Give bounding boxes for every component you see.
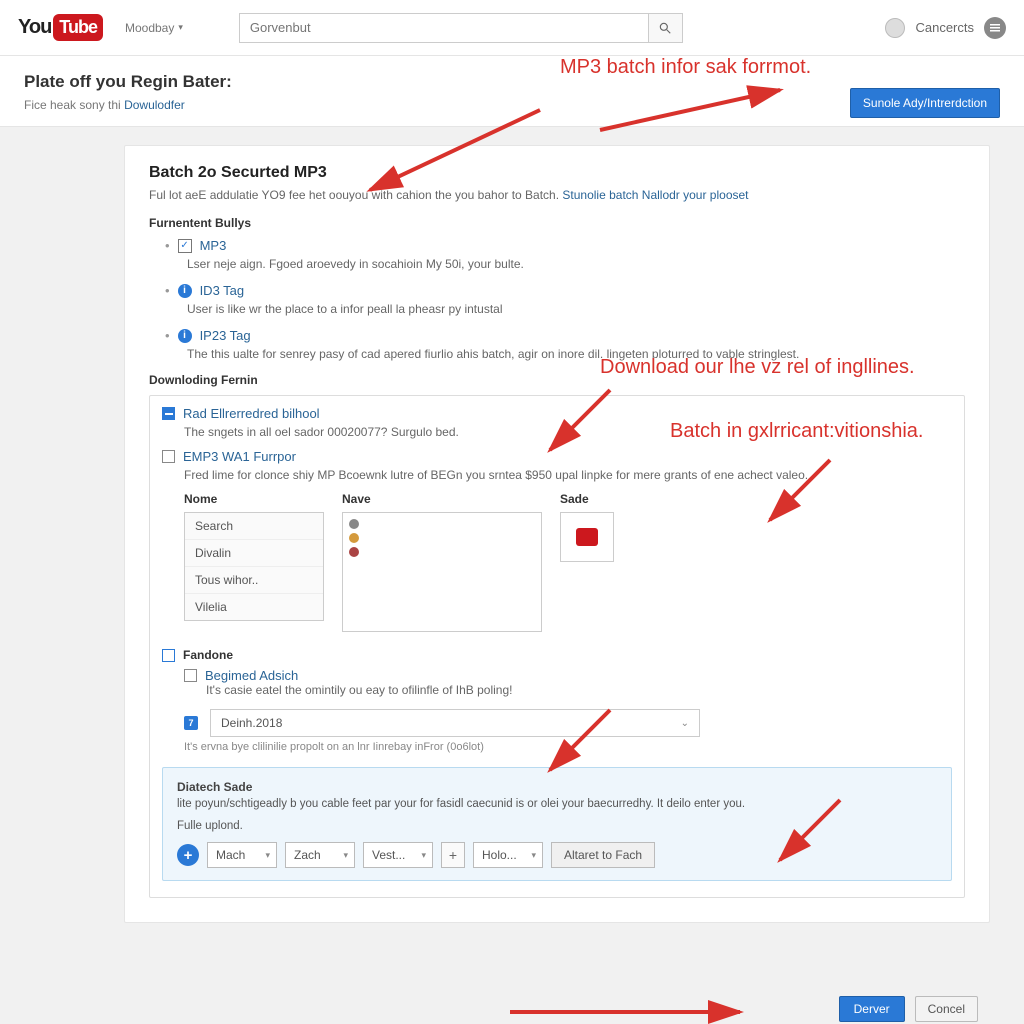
begined-link[interactable]: Begimed Adsich <box>205 668 298 683</box>
list-item[interactable]: Tous wihor.. <box>185 567 323 594</box>
feature-mp3: • ✓ MP3 Lser neje aign. Fgoed aroevedy i… <box>165 238 965 271</box>
search-icon <box>658 21 672 35</box>
diatech-desc: lite poyun/schtigeadly b you cable feet … <box>177 798 937 810</box>
feature-desc: User is like wr the place to a infor pea… <box>187 302 965 316</box>
date-select-row: 7 Deinh.2018 ⌄ <box>184 709 952 737</box>
add-circle-button[interactable]: + <box>177 844 199 866</box>
info-icon: i <box>178 284 192 298</box>
search-button[interactable] <box>649 13 683 43</box>
nave-icons <box>349 519 535 557</box>
select-mach[interactable]: Mach <box>207 842 277 868</box>
feature-link[interactable]: ID3 Tag <box>200 283 245 298</box>
sade-box[interactable] <box>560 512 614 562</box>
downloader-link[interactable]: Dowulodfer <box>124 98 185 112</box>
sub-header: Plate off you Regin Bater: Fice heak son… <box>0 56 1024 127</box>
feature-desc: The this ualte for senrey pasy of cad ap… <box>187 347 965 361</box>
panel-desc-text: Ful lot aeE addulatie YO9 fee het oouyou… <box>149 188 562 202</box>
subline-text: Fice heak sony thi <box>24 98 124 112</box>
arrow-icon <box>500 1000 750 1024</box>
col-label: Nome <box>184 492 324 506</box>
dl-item-desc: Fred lime for clonce shiy MP Bcoewnk lut… <box>184 468 952 482</box>
feature-link[interactable]: IP23 Tag <box>200 328 251 343</box>
downloading-heading: Downloding Fernin <box>149 373 965 387</box>
altaret-button[interactable]: Altaret to Fach <box>551 842 655 868</box>
checkbox-icon[interactable] <box>162 649 175 662</box>
diatech-controls: + Mach Zach Vest... + Holo... Altaret to… <box>177 842 937 868</box>
diatech-fule: Fulle uplond. <box>177 820 937 832</box>
panel-title: Batch 2o Securted MP3 <box>149 164 965 182</box>
user-area: Cancercts <box>885 17 1006 39</box>
cancel-button[interactable]: Concel <box>915 996 978 1022</box>
panel-desc-link[interactable]: Stunolie batch Nallodr your plooset <box>562 188 748 202</box>
feature-desc: Lser neje aign. Fgoed aroevedy in socahi… <box>187 257 965 271</box>
search-input[interactable] <box>239 13 649 43</box>
list-item[interactable]: Vilelia <box>185 594 323 620</box>
settings-menu-button[interactable] <box>984 17 1006 39</box>
search-wrap <box>239 13 683 43</box>
checkbox-icon[interactable] <box>184 669 197 682</box>
date-hint: It's ervna bye clilinilie propolt on an … <box>184 741 952 753</box>
three-columns: Nome Search Divalin Tous wihor.. Vilelia… <box>184 492 952 632</box>
main-panel: Batch 2o Securted MP3 Ful lot aeE addula… <box>124 145 990 923</box>
date-select[interactable]: Deinh.2018 ⌄ <box>210 709 700 737</box>
sunole-button[interactable]: Sunole Ady/Intrerdction <box>850 88 1000 118</box>
nave-box[interactable] <box>342 512 542 632</box>
date-value: Deinh.2018 <box>221 716 282 730</box>
col-sade: Sade <box>560 492 614 632</box>
logo-tube-text: Tube <box>53 14 103 41</box>
feature-ip23: • i IP23 Tag The this ualte for senrey p… <box>165 328 965 361</box>
list-item[interactable]: Divalin <box>185 540 323 567</box>
begined-option: Begimed Adsich It's casie eatel the omin… <box>184 668 952 697</box>
dl-item-2: EMP3 WA1 Furrpor <box>162 449 952 464</box>
fandone-label: Fandone <box>183 648 233 662</box>
diatech-box: Diatech Sade lite poyun/schtigeadly b yo… <box>162 767 952 881</box>
diatech-title: Diatech Sade <box>177 780 937 794</box>
chevron-down-icon: ▾ <box>178 22 183 33</box>
dl-item-link[interactable]: EMP3 WA1 Furrpor <box>183 449 296 464</box>
nome-list[interactable]: Search Divalin Tous wihor.. Vilelia <box>184 512 324 621</box>
panel-desc: Ful lot aeE addulatie YO9 fee het oouyou… <box>149 188 965 202</box>
dl-item-1: Rad Ellrerredred bilhool <box>162 406 952 421</box>
logo-you-text: You <box>18 16 51 39</box>
col-nave: Nave <box>342 492 542 632</box>
feature-id3: • i ID3 Tag User is like wr the place to… <box>165 283 965 316</box>
checkbox-checked-icon[interactable] <box>162 407 175 420</box>
youtube-icon <box>576 528 598 546</box>
select-vest[interactable]: Vest... <box>363 842 433 868</box>
col-label: Sade <box>560 492 614 506</box>
download-box: Rad Ellrerredred bilhool The sngets in a… <box>149 395 965 898</box>
logo[interactable]: You Tube <box>18 14 103 41</box>
add-square-button[interactable]: + <box>441 842 465 868</box>
dl-item-link[interactable]: Rad Ellrerredred bilhool <box>183 406 320 421</box>
top-bar: You Tube Moodbay ▾ Cancercts <box>0 0 1024 56</box>
col-label: Nave <box>342 492 542 506</box>
col-nome: Nome Search Divalin Tous wihor.. Vilelia <box>184 492 324 632</box>
footer-buttons: Derver Concel <box>839 996 978 1022</box>
info-icon: i <box>178 329 192 343</box>
dl-item-desc: The sngets in all oel sador 00020077? Su… <box>184 425 952 439</box>
select-zach[interactable]: Zach <box>285 842 355 868</box>
user-name[interactable]: Cancercts <box>915 20 974 35</box>
avatar-icon[interactable] <box>885 18 905 38</box>
header-menu-label: Moodbay <box>125 21 174 35</box>
select-holo[interactable]: Holo... <box>473 842 543 868</box>
fandone-section: Fandone Begimed Adsich It's casie eatel … <box>162 648 952 753</box>
menu-lines-icon <box>990 23 1000 33</box>
features-heading: Furnentent Bullys <box>149 216 965 230</box>
chevron-down-icon: ⌄ <box>681 718 689 729</box>
feature-link[interactable]: MP3 <box>200 238 227 253</box>
checkbox-icon[interactable]: ✓ <box>178 239 192 253</box>
derver-button[interactable]: Derver <box>839 996 905 1022</box>
header-menu-dropdown[interactable]: Moodbay ▾ <box>125 21 183 35</box>
date-icon: 7 <box>184 716 198 730</box>
checkbox-unchecked-icon[interactable] <box>162 450 175 463</box>
list-item[interactable]: Search <box>185 513 323 540</box>
begined-desc: It's casie eatel the omintily ou eay to … <box>206 683 952 697</box>
